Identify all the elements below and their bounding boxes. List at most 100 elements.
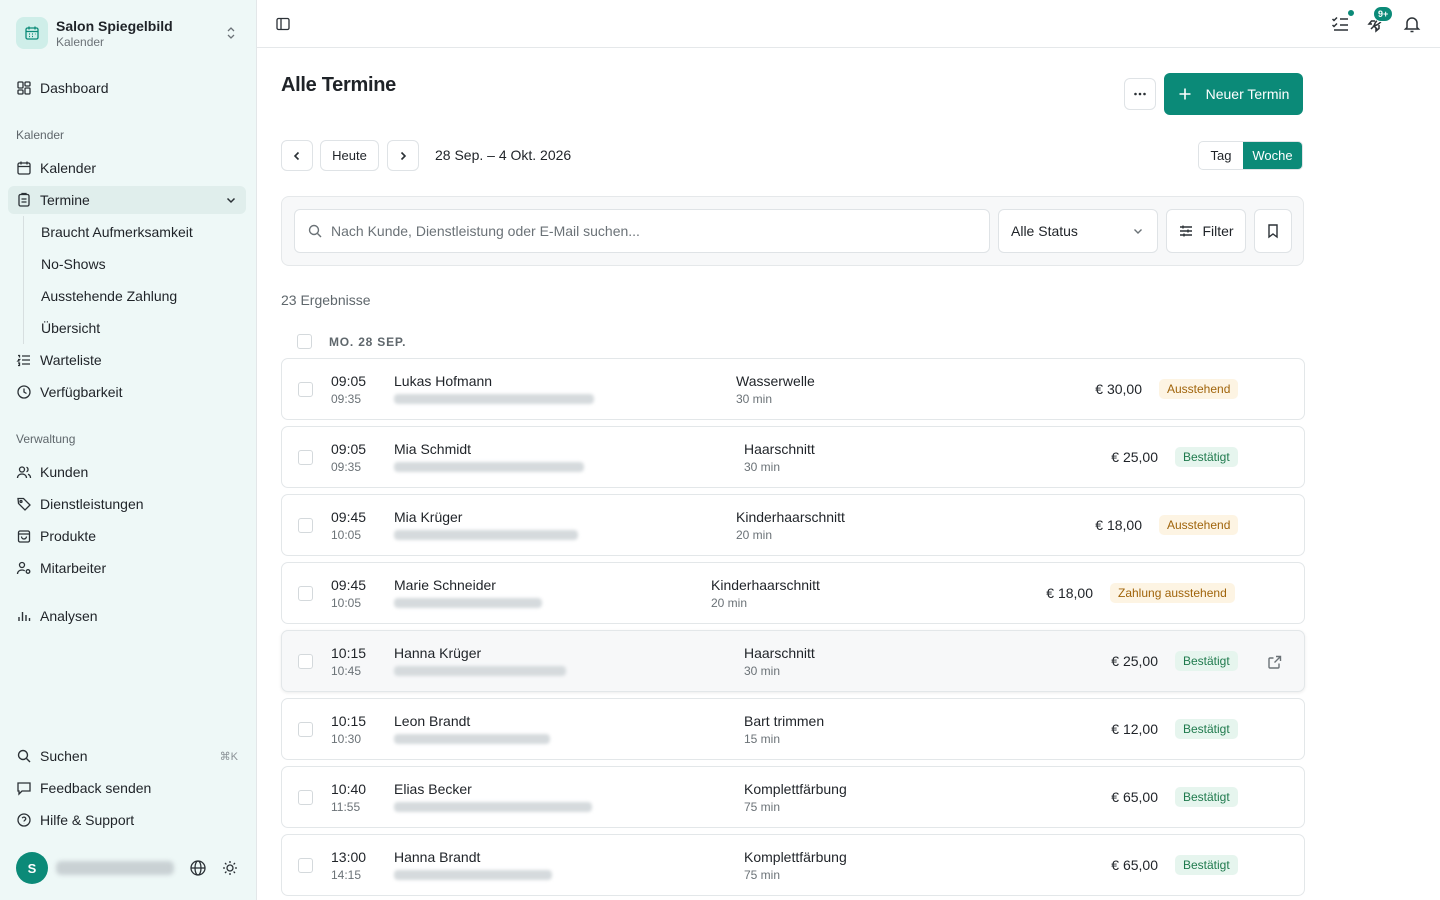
- user-name-blurred: [56, 861, 174, 875]
- bookmark-icon: [1268, 224, 1278, 239]
- row-checkbox[interactable]: [298, 654, 313, 669]
- new-appointment-button[interactable]: Neuer Termin: [1164, 73, 1303, 115]
- filter-button[interactable]: Filter: [1166, 209, 1246, 253]
- sidebar-item-suchen[interactable]: Suchen ⌘K: [8, 742, 246, 770]
- today-button[interactable]: Heute: [320, 140, 379, 171]
- end-time: 09:35: [331, 460, 362, 474]
- sidebar: Salon Spiegelbild Kalender Dashboard Kal…: [0, 0, 257, 900]
- status-badge: Bestätigt: [1175, 855, 1238, 875]
- customer-name: Lukas Hofmann: [394, 373, 493, 389]
- sidebar-item-dashboard[interactable]: Dashboard: [8, 74, 246, 102]
- row-checkbox[interactable]: [298, 722, 313, 737]
- sidebar-item-kalender[interactable]: Kalender: [8, 154, 246, 182]
- row-checkbox[interactable]: [298, 450, 313, 465]
- sidebar-item-termine[interactable]: Termine: [8, 186, 246, 214]
- sidebar-item-label: Hilfe & Support: [40, 812, 135, 828]
- filter-label: Filter: [1202, 223, 1234, 239]
- sidebar-item-kunden[interactable]: Kunden: [8, 458, 246, 486]
- next-week-button[interactable]: [387, 140, 419, 171]
- shortcut-hint: ⌘K: [219, 750, 238, 763]
- table-row[interactable]: 09:45 10:05 Mia Krüger Kinderhaarschnitt…: [281, 494, 1305, 556]
- results-count: 23 Ergebnisse: [281, 292, 371, 308]
- table-row[interactable]: 13:00 14:15 Hanna Brandt Komplettfärbung…: [281, 834, 1305, 896]
- start-time: 13:00: [331, 849, 367, 865]
- row-checkbox[interactable]: [298, 382, 313, 397]
- sidebar-item-label: Dienstleistungen: [40, 496, 144, 512]
- service-name: Haarschnitt: [744, 441, 815, 457]
- table-row[interactable]: 09:05 09:35 Mia Schmidt Haarschnitt 30 m…: [281, 426, 1305, 488]
- status-select[interactable]: Alle Status: [998, 209, 1158, 253]
- sidebar-item-label: Analysen: [40, 608, 98, 624]
- price: € 65,00: [1111, 789, 1158, 805]
- chevron-right-icon: [400, 151, 407, 160]
- workspace-name: Salon Spiegelbild: [56, 17, 173, 34]
- row-checkbox[interactable]: [298, 586, 313, 601]
- table-row[interactable]: 09:45 10:05 Marie Schneider Kinderhaarsc…: [281, 562, 1305, 624]
- avatar[interactable]: S: [16, 852, 48, 884]
- calendar-icon: [16, 160, 32, 176]
- notifications-button[interactable]: [1400, 12, 1424, 36]
- status-badge: Zahlung ausstehend: [1110, 583, 1235, 603]
- workspace-switcher[interactable]: Salon Spiegelbild Kalender: [16, 16, 246, 50]
- table-row[interactable]: 10:40 11:55 Elias Becker Komplettfärbung…: [281, 766, 1305, 828]
- table-row[interactable]: 10:15 10:45 Hanna Krüger Haarschnitt 30 …: [281, 630, 1305, 692]
- tasks-button[interactable]: [1328, 8, 1356, 36]
- globe-icon[interactable]: [182, 852, 214, 884]
- customer-name: Mia Krüger: [394, 509, 463, 525]
- service-duration: 30 min: [744, 664, 781, 678]
- table-row[interactable]: 09:05 09:35 Lukas Hofmann Wasserwelle 30…: [281, 358, 1305, 420]
- customer-email-blurred: [394, 394, 594, 404]
- more-options-button[interactable]: [1124, 78, 1156, 110]
- search-field[interactable]: [294, 209, 990, 253]
- table-row[interactable]: 10:15 10:30 Leon Brandt Bart trimmen 15 …: [281, 698, 1305, 760]
- topbar: 9+: [257, 0, 1440, 48]
- user-menu[interactable]: S: [16, 852, 246, 884]
- view-day-tab[interactable]: Tag: [1199, 142, 1243, 169]
- plus-icon: [1179, 88, 1191, 100]
- prev-week-button[interactable]: [281, 140, 313, 171]
- service-duration: 20 min: [711, 596, 748, 610]
- select-day-checkbox[interactable]: [297, 334, 312, 349]
- filter-bar: Alle Status Filter: [281, 196, 1304, 266]
- sidebar-item-label: Termine: [40, 192, 90, 208]
- sidebar-item-analysen[interactable]: Analysen: [8, 602, 246, 630]
- chevron-up-down-icon: [227, 27, 235, 39]
- sidebar-subitem-overview[interactable]: Übersicht: [33, 314, 238, 342]
- sidebar-item-verfuegbarkeit[interactable]: Verfügbarkeit: [8, 378, 246, 406]
- start-time: 09:05: [331, 441, 367, 457]
- clock-icon: [16, 384, 32, 400]
- start-time: 09:45: [331, 509, 367, 525]
- group-label-verwaltung: Verwaltung: [16, 432, 76, 446]
- service-duration: 75 min: [744, 868, 781, 882]
- service-duration: 20 min: [736, 528, 773, 542]
- end-time: 10:30: [331, 732, 362, 746]
- row-checkbox[interactable]: [298, 858, 313, 873]
- sidebar-item-hilfe[interactable]: Hilfe & Support: [8, 806, 246, 834]
- sidebar-item-mitarbeiter[interactable]: Mitarbeiter: [8, 554, 246, 582]
- sidebar-subitem-pending-payment[interactable]: Ausstehende Zahlung: [33, 282, 238, 310]
- shopping-bag-icon: [16, 528, 32, 544]
- help-circle-icon: [16, 812, 32, 828]
- search-input[interactable]: [331, 223, 989, 239]
- sidebar-item-warteliste[interactable]: Warteliste: [8, 346, 246, 374]
- group-label-kalender: Kalender: [16, 128, 65, 142]
- sidebar-item-dienstleistungen[interactable]: Dienstleistungen: [8, 490, 246, 518]
- sidebar-subitem-noshows[interactable]: No-Shows: [33, 250, 238, 278]
- sidebar-item-feedback[interactable]: Feedback senden: [8, 774, 246, 802]
- status-badge: Bestätigt: [1175, 447, 1238, 467]
- sidebar-item-produkte[interactable]: Produkte: [8, 522, 246, 550]
- users-icon: [16, 464, 32, 480]
- sidebar-item-label: Suchen: [40, 748, 88, 764]
- view-week-tab[interactable]: Woche: [1243, 142, 1302, 169]
- saved-views-button[interactable]: [1254, 209, 1292, 253]
- row-checkbox[interactable]: [298, 790, 313, 805]
- row-checkbox[interactable]: [298, 518, 313, 533]
- view-switch: Tag Woche: [1198, 141, 1303, 170]
- announcements-button[interactable]: 9+: [1364, 6, 1394, 36]
- sidebar-subitem-attention[interactable]: Braucht Aufmerksamkeit: [33, 218, 238, 246]
- search-icon: [308, 224, 322, 238]
- search-icon: [16, 748, 32, 764]
- sidebar-toggle-icon[interactable]: [273, 14, 293, 34]
- external-link-icon[interactable]: [1267, 654, 1283, 670]
- sun-icon[interactable]: [214, 852, 246, 884]
